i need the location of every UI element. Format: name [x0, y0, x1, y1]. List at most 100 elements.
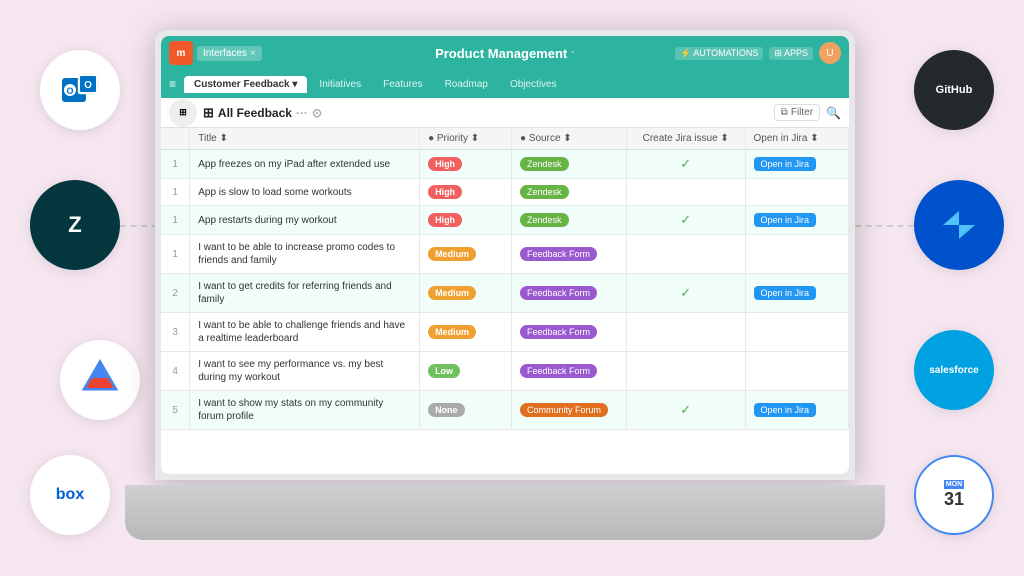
row-num: 1 — [161, 150, 190, 179]
automations-badge[interactable]: ⚡ AUTOMATIONS — [675, 47, 763, 60]
tab-features[interactable]: Features — [373, 76, 432, 93]
tab-customer-feedback[interactable]: Customer Feedback ▾ — [184, 76, 307, 93]
row-jira-check — [626, 352, 745, 391]
top-bar-left: m Interfaces × — [169, 41, 262, 65]
row-jira-check — [626, 313, 745, 352]
priority-badge: None — [428, 403, 465, 417]
row-num: 1 — [161, 235, 190, 274]
interfaces-label: Interfaces — [203, 48, 247, 59]
row-num: 1 — [161, 206, 190, 235]
apps-badge[interactable]: ⊞ APPS — [769, 47, 813, 60]
tab-objectives[interactable]: Objectives — [500, 76, 567, 93]
priority-badge: High — [428, 157, 462, 171]
row-open-jira — [745, 235, 848, 274]
table-row[interactable]: 4 I want to see my performance vs. my be… — [161, 352, 849, 391]
toolbar: ⊞ ⊞ All Feedback ··· ⊙ ⧉ Filter 🔍 — [161, 98, 849, 128]
gcal-logo: MON 31 — [914, 455, 994, 535]
source-badge: Feedback Form — [520, 286, 597, 300]
row-priority: High — [420, 179, 512, 206]
source-badge: Zendesk — [520, 213, 569, 227]
table-header-row: Title ⬍ ● Priority ⬍ ● Source ⬍ Create J… — [161, 128, 849, 150]
check-icon: ✓ — [680, 285, 691, 300]
row-open-jira[interactable]: Open in Jira — [745, 274, 848, 313]
row-open-jira — [745, 179, 848, 206]
table-row[interactable]: 3 I want to be able to challenge friends… — [161, 313, 849, 352]
github-label: GitHub — [936, 84, 973, 96]
open-jira-button[interactable]: Open in Jira — [754, 403, 817, 417]
view-title: ⊞ All Feedback ··· ⊙ — [203, 105, 322, 121]
row-jira-check — [626, 179, 745, 206]
row-title: App restarts during my workout — [190, 206, 420, 235]
laptop: m Interfaces × Product Management · ⚡ AU… — [155, 30, 855, 540]
row-open-jira[interactable]: Open in Jira — [745, 206, 848, 235]
row-num: 4 — [161, 352, 190, 391]
col-header-source: ● Source ⬍ — [512, 128, 627, 150]
open-jira-button[interactable]: Open in Jira — [754, 213, 817, 227]
row-open-jira — [745, 352, 848, 391]
interfaces-badge[interactable]: Interfaces × — [197, 46, 262, 61]
row-title: App freezes on my iPad after extended us… — [190, 150, 420, 179]
col-header-title: Title ⬍ — [190, 128, 420, 150]
row-jira-check — [626, 235, 745, 274]
check-icon: ✓ — [680, 402, 691, 417]
row-source: Zendesk — [512, 206, 627, 235]
row-title: I want to be able to increase promo code… — [190, 235, 420, 274]
salesforce-logo: salesforce — [914, 330, 994, 410]
app-title: Product Management · — [435, 46, 575, 61]
priority-badge: Medium — [428, 325, 476, 339]
table-container: Title ⬍ ● Priority ⬍ ● Source ⬍ Create J… — [161, 128, 849, 474]
row-num: 3 — [161, 313, 190, 352]
filter-button[interactable]: ⧉ Filter — [774, 104, 820, 121]
row-source: Feedback Form — [512, 352, 627, 391]
tab-initiatives[interactable]: Initiatives — [309, 76, 371, 93]
table-row[interactable]: 1 App is slow to load some workouts High… — [161, 179, 849, 206]
open-jira-button[interactable]: Open in Jira — [754, 286, 817, 300]
svg-text:O: O — [84, 80, 92, 91]
source-badge: Feedback Form — [520, 325, 597, 339]
table-row[interactable]: 1 I want to be able to increase promo co… — [161, 235, 849, 274]
check-icon: ✓ — [680, 156, 691, 171]
search-button[interactable]: 🔍 — [826, 106, 841, 120]
row-jira-check: ✓ — [626, 274, 745, 313]
priority-badge: Medium — [428, 247, 476, 261]
row-open-jira — [745, 313, 848, 352]
row-jira-check: ✓ — [626, 150, 745, 179]
feedback-table: Title ⬍ ● Priority ⬍ ● Source ⬍ Create J… — [161, 128, 849, 430]
source-badge: Zendesk — [520, 185, 569, 199]
nav-tabs: ≡ Customer Feedback ▾ Initiatives Featur… — [161, 70, 849, 98]
table-row[interactable]: 1 App restarts during my workout High Ze… — [161, 206, 849, 235]
monday-logo: m — [169, 41, 193, 65]
row-title: I want to show my stats on my community … — [190, 391, 420, 430]
row-num: 2 — [161, 274, 190, 313]
row-open-jira[interactable]: Open in Jira — [745, 150, 848, 179]
tab-roadmap[interactable]: Roadmap — [435, 76, 498, 93]
source-badge: Zendesk — [520, 157, 569, 171]
col-header-priority: ● Priority ⬍ — [420, 128, 512, 150]
outlook-logo: O O — [40, 50, 120, 130]
svg-text:Z: Z — [68, 212, 81, 237]
priority-badge: Low — [428, 364, 460, 378]
open-jira-button[interactable]: Open in Jira — [754, 157, 817, 171]
table-row[interactable]: 5 I want to show my stats on my communit… — [161, 391, 849, 430]
zendesk-logo: Z — [30, 180, 120, 270]
interfaces-close[interactable]: × — [250, 48, 256, 59]
table-row[interactable]: 1 App freezes on my iPad after extended … — [161, 150, 849, 179]
row-open-jira[interactable]: Open in Jira — [745, 391, 848, 430]
row-priority: High — [420, 150, 512, 179]
gdrive-logo — [60, 340, 140, 420]
user-avatar[interactable]: U — [819, 42, 841, 64]
top-bar-right: ⚡ AUTOMATIONS ⊞ APPS U — [675, 42, 841, 64]
row-priority: Low — [420, 352, 512, 391]
app-container: m Interfaces × Product Management · ⚡ AU… — [161, 36, 849, 474]
row-jira-check: ✓ — [626, 206, 745, 235]
row-jira-check: ✓ — [626, 391, 745, 430]
row-source: Zendesk — [512, 150, 627, 179]
table-row[interactable]: 2 I want to get credits for referring fr… — [161, 274, 849, 313]
row-priority: Medium — [420, 313, 512, 352]
row-title: I want to see my performance vs. my best… — [190, 352, 420, 391]
source-badge: Feedback Form — [520, 247, 597, 261]
svg-text:O: O — [66, 86, 73, 96]
source-badge: Community Forum — [520, 403, 608, 417]
hamburger-icon[interactable]: ≡ — [169, 77, 176, 91]
row-title: App is slow to load some workouts — [190, 179, 420, 206]
